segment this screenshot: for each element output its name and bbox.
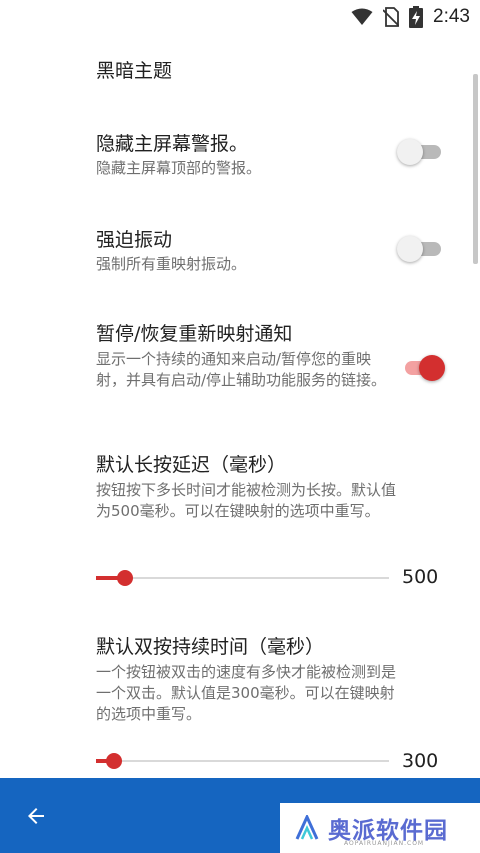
no-sim-icon [383,7,400,27]
watermark: 奥派软件园 AOPAIRUANJIAN.COM [280,803,480,853]
scrollbar[interactable] [473,74,478,264]
pref-title: 默认长按延迟（毫秒） [96,454,287,476]
pref-summary: 一个按钮被双击的速度有多快才能被检测到是一个双击。默认值是300毫秒。可以在键映… [96,663,397,723]
arrow-left-icon [28,808,44,824]
pref-summary: 按钮按下多长时间才能被检测为长按。默认值为500毫秒。可以在键映射的选项中重写。 [96,481,397,520]
bottom-app-bar: 奥派软件园 AOPAIRUANJIAN.COM [0,778,480,853]
pref-summary: 强制所有重映射振动。 [96,255,247,273]
slider-value: 500 [402,566,439,588]
pref-title: 隐藏主屏幕警报。 [96,133,249,155]
force-vibrate-switch[interactable] [397,234,445,264]
watermark-url: AOPAIRUANJIAN.COM [344,840,425,847]
switch-thumb [419,355,445,381]
pref-summary: 显示一个持续的通知来启动/暂停您的重映射，并具有启动/停止辅助功能服务的链接。 [96,350,387,389]
battery-charging-icon [409,6,424,28]
switch-thumb [397,139,423,165]
pause-resume-notification-switch[interactable] [397,353,445,383]
pref-title: 暂停/恢复重新映射通知 [96,323,293,345]
watermark-logo-icon [295,815,319,840]
slider-thumb[interactable] [105,753,122,769]
slider-track [96,577,389,579]
status-time: 2:43 [433,6,470,27]
slider-track [96,760,389,762]
pref-title: 黑暗主题 [96,60,173,82]
switch-thumb [397,236,423,262]
slider-thumb[interactable] [117,570,134,586]
settings-list[interactable]: 黑暗主题 隐藏主屏幕警报。 隐藏主屏幕顶部的警报。 强迫振动 强制所有重映射振动… [0,34,480,778]
status-icons: 2:43 [351,4,470,30]
back-button[interactable] [16,796,56,836]
hide-home-alert-switch[interactable] [397,137,445,167]
pref-summary: 隐藏主屏幕顶部的警报。 [96,159,262,177]
slider-value: 300 [402,750,439,772]
status-bar: 2:43 [0,0,480,34]
wifi-icon [351,8,373,25]
pref-title: 强迫振动 [96,229,173,251]
long-press-delay-slider[interactable] [96,566,389,590]
double-press-duration-slider[interactable] [96,749,389,773]
pref-title: 默认双按持续时间（毫秒） [96,636,325,658]
